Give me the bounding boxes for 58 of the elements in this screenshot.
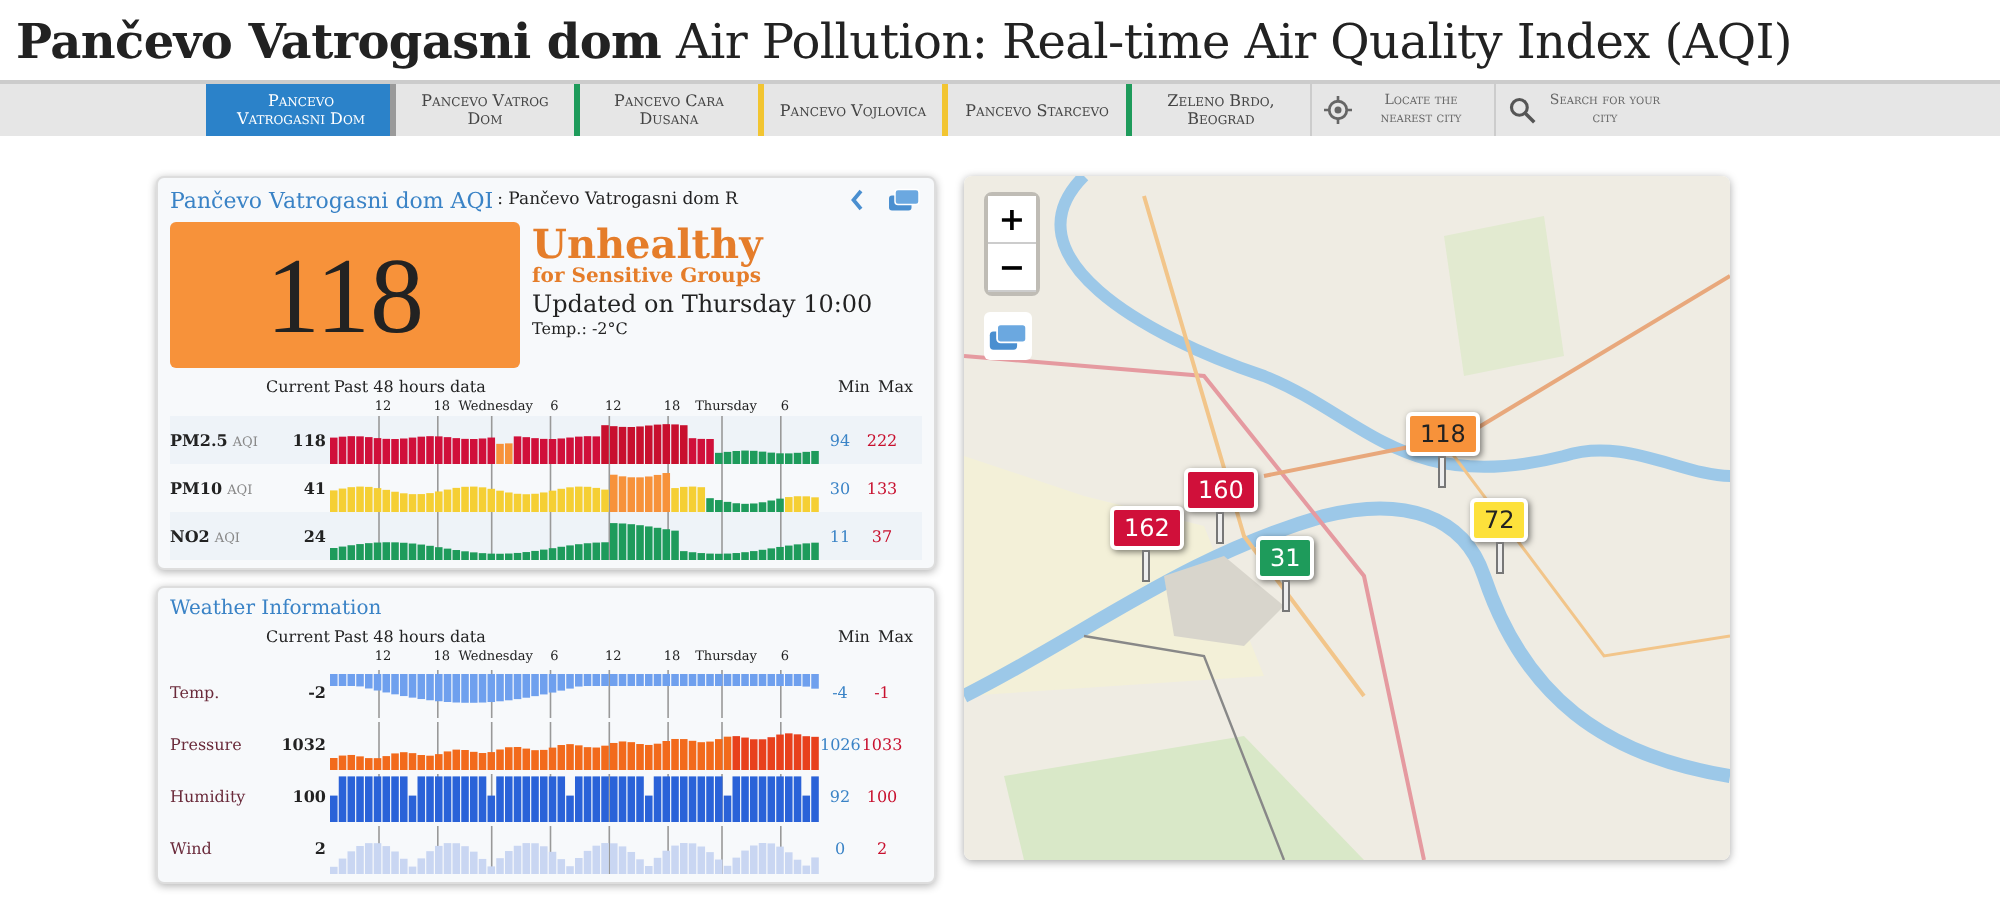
- search-icon: [1508, 96, 1536, 124]
- column-header: Min: [838, 378, 872, 398]
- min-value: -4: [830, 683, 850, 701]
- max-value: 1033: [860, 735, 904, 753]
- weather-label: Humidity: [170, 787, 246, 805]
- max-value: 133: [864, 479, 900, 497]
- nav-tab[interactable]: Pancevo Vatrogasni Dom: [206, 84, 390, 136]
- weather-label: Temp.: [170, 683, 220, 701]
- current-value: -2: [308, 682, 326, 702]
- pollutant-name: PM10: [170, 478, 223, 498]
- pollutant-name: NO2: [170, 526, 210, 546]
- nav-tab[interactable]: Pancevo Cara Dusana: [574, 84, 758, 136]
- max-value: -1: [872, 683, 892, 701]
- column-header: Max: [878, 378, 915, 398]
- current-value: 118: [292, 430, 326, 450]
- nav-tab[interactable]: Zeleno Brdo, Beograd: [1126, 84, 1310, 136]
- nav-tab[interactable]: Pancevo Vatrog Dom: [390, 84, 574, 136]
- target-icon: [1324, 96, 1352, 124]
- card-title: Weather Information: [170, 596, 384, 624]
- max-value: 100: [864, 787, 900, 805]
- current-value: 41: [303, 478, 326, 498]
- current-value: 2: [314, 838, 326, 858]
- current-value: 100: [292, 786, 326, 806]
- min-value: 0: [832, 839, 848, 857]
- current-value: 24: [303, 526, 326, 546]
- temperature: Temp.: -2°C: [532, 320, 630, 338]
- min-value: 94: [827, 431, 853, 449]
- max-value: 222: [864, 431, 900, 449]
- zoom-in-button[interactable]: +: [988, 196, 1036, 244]
- aqi-level-note: for Sensitive Groups: [532, 266, 761, 288]
- nav-tab[interactable]: Pancevo Starcevo: [942, 84, 1126, 136]
- min-value: 11: [827, 527, 853, 545]
- aqi-level: Unhealthy: [532, 222, 766, 266]
- station-link[interactable]: Pančevo Vatrogasni dom AQI: [170, 187, 494, 213]
- weather-label: Wind: [170, 839, 212, 857]
- column-header: Past 48 hours data: [332, 628, 488, 648]
- column-header: Max: [878, 628, 915, 648]
- layers-button[interactable]: [984, 312, 1032, 360]
- windows-icon[interactable]: [886, 188, 922, 212]
- column-header: Past 48 hours data: [332, 378, 488, 398]
- page-title: Pančevo Vatrogasni dom Air Pollution: Real-time Air Quality Index (AQI): [14, 10, 1794, 74]
- max-value: 2: [874, 839, 890, 857]
- max-value: 37: [869, 527, 895, 545]
- column-header: Current: [263, 378, 330, 398]
- pollutant-name: PM2.5: [170, 430, 228, 450]
- zoom-out-button[interactable]: −: [988, 244, 1036, 292]
- min-value: 1026: [820, 735, 860, 753]
- min-value: 30: [827, 479, 853, 497]
- column-header: Current: [263, 628, 330, 648]
- min-value: 92: [827, 787, 853, 805]
- weather-label: Pressure: [170, 735, 242, 753]
- nav-tab[interactable]: Pancevo Vojlovica: [758, 84, 942, 136]
- aqi-value: 118: [170, 222, 520, 368]
- windows-icon: [988, 321, 1028, 351]
- column-header: Min: [838, 628, 872, 648]
- updated-time: Updated on Thursday 10:00: [532, 288, 873, 320]
- current-value: 1032: [281, 734, 326, 754]
- station-name: : Pančevo Vatrogasni dom R: [497, 190, 740, 210]
